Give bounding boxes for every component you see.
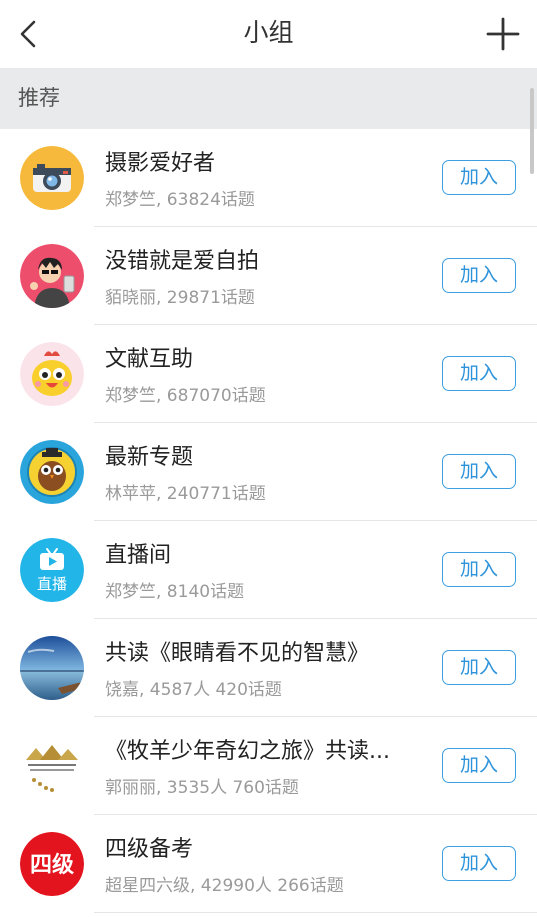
- group-name: 没错就是爱自拍: [105, 249, 260, 274]
- group-name: 共读《眼睛看不见的智慧》: [105, 641, 370, 666]
- group-row[interactable]: 文献互助 郑梦竺, 687070话题 加入: [0, 325, 537, 423]
- group-meta: 郑梦竺, 687070话题: [105, 386, 266, 406]
- join-button[interactable]: 加入: [442, 650, 516, 685]
- group-row[interactable]: 没错就是爱自拍 貊晓丽, 29871话题 加入: [0, 227, 537, 325]
- join-button[interactable]: 加入: [442, 846, 516, 881]
- group-meta: 貊晓丽, 29871话题: [105, 288, 255, 308]
- join-button[interactable]: 加入: [442, 258, 516, 293]
- section-header-recommended: 推荐: [0, 68, 537, 129]
- group-row[interactable]: 共读《眼睛看不见的智慧》 饶嘉, 4587人 420话题 加入: [0, 619, 537, 717]
- group-meta: 郑梦竺, 63824话题: [105, 190, 255, 210]
- landscape-avatar: [20, 636, 84, 700]
- group-name: 《牧羊少年奇幻之旅》共读...: [105, 739, 390, 764]
- group-list: 摄影爱好者 郑梦竺, 63824话题 加入 没错就是爱自拍 貊晓丽, 29871…: [0, 129, 537, 913]
- cet4-avatar: 四级: [20, 832, 84, 896]
- group-row[interactable]: 最新专题 林苹苹, 240771话题 加入: [0, 423, 537, 521]
- page-title: 小组: [243, 18, 294, 47]
- group-meta: 超星四六级, 42990人 266话题: [105, 876, 344, 896]
- tv-icon: 直播: [20, 538, 84, 602]
- join-button[interactable]: 加入: [442, 552, 516, 587]
- group-meta: 郭丽丽, 3535人 760话题: [105, 778, 299, 798]
- plus-icon: [486, 17, 520, 51]
- join-button[interactable]: 加入: [442, 748, 516, 783]
- group-name: 摄影爱好者: [105, 151, 216, 176]
- group-meta: 林苹苹, 240771话题: [105, 484, 266, 504]
- group-name: 最新专题: [105, 445, 194, 470]
- selfie-avatar: [20, 244, 84, 308]
- avatar-label: 四级: [30, 852, 74, 878]
- camera-icon: [20, 146, 84, 210]
- group-meta: 饶嘉, 4587人 420话题: [105, 680, 282, 700]
- pyramid-avatar: [20, 734, 84, 798]
- group-meta: 郑梦竺, 8140话题: [105, 582, 245, 602]
- divider: [94, 912, 537, 913]
- join-button[interactable]: 加入: [442, 454, 516, 489]
- top-bar: 小组: [0, 0, 537, 69]
- join-button[interactable]: 加入: [442, 356, 516, 391]
- add-group-button[interactable]: [483, 14, 523, 54]
- join-button[interactable]: 加入: [442, 160, 516, 195]
- chick-avatar: [20, 342, 84, 406]
- group-name: 直播间: [105, 543, 172, 568]
- group-row[interactable]: 《牧羊少年奇幻之旅》共读... 郭丽丽, 3535人 760话题 加入: [0, 717, 537, 815]
- group-name: 四级备考: [105, 837, 194, 862]
- group-name: 文献互助: [105, 347, 194, 372]
- group-row[interactable]: 摄影爱好者 郑梦竺, 63824话题 加入: [0, 129, 537, 227]
- group-row[interactable]: 四级 四级备考 超星四六级, 42990人 266话题 加入: [0, 815, 537, 913]
- avatar-label: 直播: [37, 575, 67, 593]
- owl-avatar: [20, 440, 84, 504]
- group-row[interactable]: 直播 直播间 郑梦竺, 8140话题 加入: [0, 521, 537, 619]
